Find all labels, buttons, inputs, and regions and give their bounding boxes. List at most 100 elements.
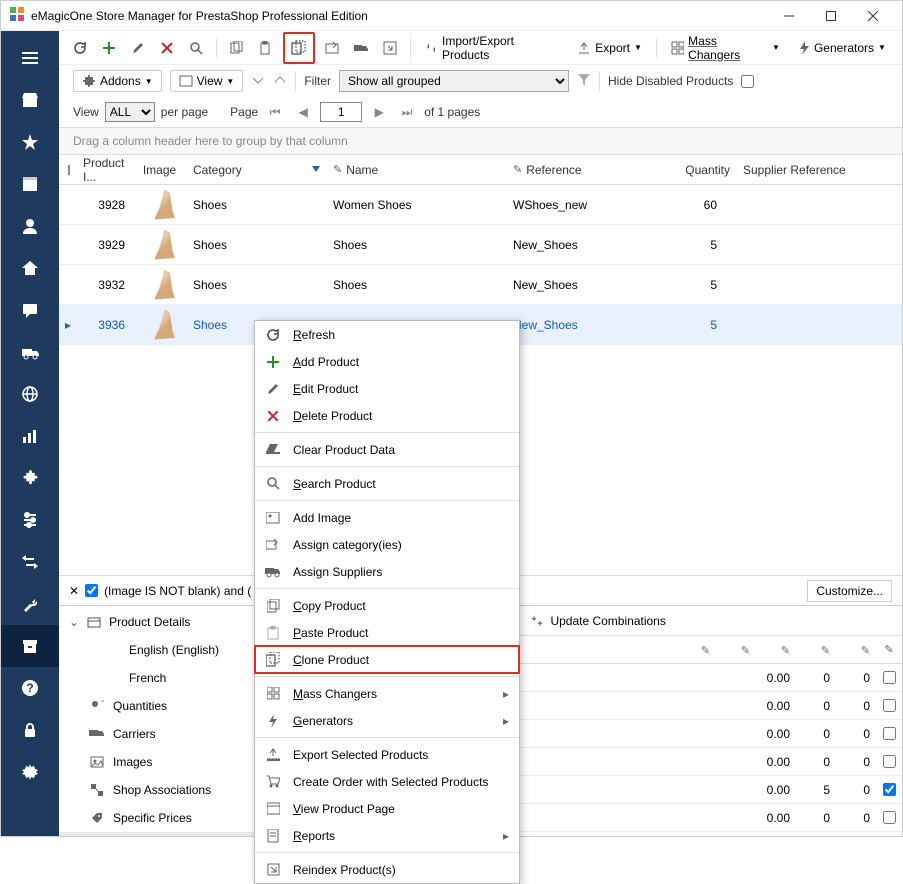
hide-disabled-checkbox[interactable] [741, 75, 754, 88]
sidebar-archive-icon[interactable] [1, 625, 59, 667]
cell-id: 3936 [77, 305, 137, 344]
sidebar-wrench-icon[interactable] [1, 583, 59, 625]
menu-delete-product[interactable]: Delete Product [255, 402, 519, 429]
assign-sup-button[interactable] [350, 36, 373, 60]
pencil-icon [265, 383, 281, 395]
generators-button[interactable]: Generators▼ [792, 37, 892, 59]
maximize-button[interactable] [810, 1, 852, 31]
import-export-button[interactable]: Import/Export Products [419, 30, 566, 66]
sidebar-store-icon[interactable] [1, 79, 59, 121]
clear-filter-button[interactable] [577, 73, 591, 90]
menu-search-product[interactable]: Search Product [255, 470, 519, 497]
mass-changers-button[interactable]: Mass Changers▼ [665, 30, 786, 66]
menu-paste-product[interactable]: Paste Product [255, 619, 519, 646]
sidebar-chat-icon[interactable] [1, 289, 59, 331]
sidebar-truck-icon[interactable] [1, 331, 59, 373]
view-page-button[interactable] [379, 36, 402, 60]
first-page-button[interactable]: ⏮ [264, 102, 286, 122]
comb-checkbox[interactable] [883, 671, 896, 684]
sidebar-puzzle-icon[interactable] [1, 457, 59, 499]
cell-reference: New_Shoes [507, 225, 657, 264]
filter-enable-checkbox[interactable] [85, 584, 98, 597]
menu-assign-category-ies-[interactable]: Assign category(ies) [255, 531, 519, 558]
sidebar-help-icon[interactable]: ? [1, 667, 59, 709]
sidebar-menu-icon[interactable] [1, 37, 59, 79]
col-category[interactable]: Category [187, 155, 327, 184]
sidebar-box-icon[interactable] [1, 163, 59, 205]
menu-mass-changers[interactable]: Mass Changers▸ [255, 680, 519, 707]
menu-clone-product[interactable]: Clone Product [255, 646, 519, 673]
menu-reports[interactable]: Reports▸ [255, 822, 519, 849]
comb-checkbox[interactable] [883, 699, 896, 712]
table-row[interactable]: 3932ShoesShoesNew_Shoes5 [59, 265, 902, 305]
filter-close-icon[interactable]: ✕ [69, 584, 79, 598]
page-label: Page [230, 105, 258, 119]
view-button[interactable]: View▼ [170, 70, 244, 92]
sidebar-gear-icon[interactable] [1, 751, 59, 793]
menu-clear-product-data[interactable]: Clear Product Data [255, 436, 519, 463]
update-combinations-button[interactable]: Update Combinations [522, 610, 673, 632]
col-productid[interactable]: Product I... [77, 155, 137, 184]
menu-export-selected-products[interactable]: Export Selected Products [255, 741, 519, 768]
expand-button[interactable] [251, 73, 265, 90]
plus-icon [265, 356, 281, 368]
perpage-select[interactable]: ALL [105, 102, 155, 122]
menu-generators[interactable]: Generators▸ [255, 707, 519, 734]
clone-icon [265, 652, 281, 667]
paste-button[interactable] [254, 36, 277, 60]
sidebar-sliders-icon[interactable] [1, 499, 59, 541]
sidebar-star-icon[interactable] [1, 121, 59, 163]
menu-copy-product[interactable]: Copy Product [255, 592, 519, 619]
sidebar-sync-icon[interactable] [1, 541, 59, 583]
page-input[interactable] [320, 102, 362, 122]
sidebar-globe-icon[interactable] [1, 373, 59, 415]
sidebar-chart-icon[interactable] [1, 415, 59, 457]
export-button[interactable]: Export▼ [571, 37, 648, 59]
sidebar-lock-icon[interactable] [1, 709, 59, 751]
cell-id: 3929 [77, 225, 137, 264]
menu-add-image[interactable]: Add Image [255, 504, 519, 531]
delete-button[interactable] [156, 36, 179, 60]
rowheader-col[interactable] [59, 155, 77, 184]
add-button[interactable] [98, 36, 121, 60]
close-button[interactable] [852, 1, 894, 31]
menu-view-product-page[interactable]: View Product Page [255, 795, 519, 822]
comb-checkbox[interactable] [883, 755, 896, 768]
menu-reindex-product-s-[interactable]: Reindex Product(s) [255, 856, 519, 883]
edit-button[interactable] [127, 36, 150, 60]
customize-button[interactable]: Customize... [807, 580, 892, 602]
sidebar-home-icon[interactable] [1, 247, 59, 289]
col-image[interactable]: Image [137, 155, 187, 184]
last-page-button[interactable]: ⏭ [396, 102, 418, 122]
menu-assign-suppliers[interactable]: Assign Suppliers [255, 558, 519, 585]
menu-edit-product[interactable]: Edit Product [255, 375, 519, 402]
col-reference[interactable]: ✎Reference [507, 155, 657, 184]
group-hint[interactable]: Drag a column header here to group by th… [59, 127, 902, 155]
cell-reference: New_Shoes [507, 265, 657, 304]
copy-button[interactable] [225, 36, 248, 60]
addons-button[interactable]: Addons▼ [73, 70, 162, 92]
col-supplier-ref[interactable]: Supplier Reference [737, 155, 887, 184]
sidebar-user-icon[interactable] [1, 205, 59, 247]
minimize-button[interactable] [768, 1, 810, 31]
table-row[interactable]: 3928ShoesWomen ShoesWShoes_new60 [59, 185, 902, 225]
menu-add-product[interactable]: Add Product [255, 348, 519, 375]
cell-id: 3928 [77, 185, 137, 224]
prev-page-button[interactable]: ◀ [292, 102, 314, 122]
col-name[interactable]: ✎Name [327, 155, 507, 184]
comb-checkbox[interactable] [883, 811, 896, 824]
comb-checkbox[interactable] [883, 727, 896, 740]
cell-quantity: 60 [657, 185, 737, 224]
search-button[interactable] [185, 36, 208, 60]
filter-select[interactable]: Show all grouped [339, 70, 569, 92]
refresh-button[interactable] [69, 36, 92, 60]
col-quantity[interactable]: Quantity [657, 155, 737, 184]
table-row[interactable]: 3929ShoesShoesNew_Shoes5 [59, 225, 902, 265]
comb-checkbox[interactable] [883, 783, 896, 796]
clone-button[interactable] [287, 36, 311, 60]
menu-create-order-with-selected-products[interactable]: Create Order with Selected Products [255, 768, 519, 795]
collapse-button[interactable] [273, 73, 287, 90]
assign-cat-button[interactable] [321, 36, 344, 60]
next-page-button[interactable]: ▶ [368, 102, 390, 122]
menu-refresh[interactable]: Refresh [255, 321, 519, 348]
